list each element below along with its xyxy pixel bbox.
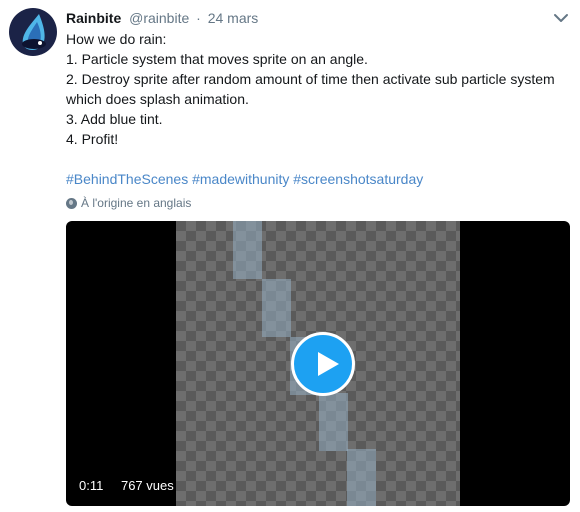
translation-note[interactable]: À l'origine en anglais — [66, 195, 191, 211]
hashtag-screenshotsaturday[interactable]: #screenshotsaturday — [293, 171, 423, 187]
video-duration: 0:11 — [79, 478, 104, 493]
hashtag-behindthescenes[interactable]: #BehindTheScenes — [66, 171, 188, 187]
rain-sprite — [347, 449, 376, 506]
chevron-down-icon[interactable] — [552, 11, 570, 25]
hashtag-list: #BehindTheScenes #madewithunity #screens… — [66, 169, 566, 189]
globe-icon — [66, 197, 77, 209]
tweet-line: 4. Profit! — [66, 131, 119, 147]
rain-sprite — [319, 393, 348, 451]
rain-sprite — [262, 279, 291, 337]
avatar[interactable] — [9, 8, 57, 56]
author-handle[interactable]: @rainbite — [129, 10, 189, 26]
translation-label: À l'origine en anglais — [81, 196, 192, 210]
tweet-line: 2. Destroy sprite after random amount of… — [66, 71, 555, 87]
tweet-date[interactable]: 24 mars — [208, 10, 259, 26]
tweet-header: Rainbite @rainbite · 24 mars — [66, 9, 570, 29]
tweet-line: 3. Add blue tint. — [66, 111, 163, 127]
author-name[interactable]: Rainbite — [66, 10, 121, 26]
rainbite-logo-icon — [22, 14, 46, 50]
rain-sprite — [233, 221, 262, 279]
video-info: 0:11 767 vues — [79, 478, 174, 493]
separator: · — [196, 10, 201, 26]
hashtag-madewithunity[interactable]: #madewithunity — [192, 171, 289, 187]
tweet-line: 1. Particle system that moves sprite on … — [66, 51, 368, 67]
video-views: 767 vues — [120, 478, 174, 493]
tweet-line: How we do rain: — [66, 31, 167, 47]
tweet-line: which does splash animation. — [66, 91, 249, 107]
play-icon[interactable] — [291, 332, 355, 396]
video-player[interactable]: 0:11 767 vues — [66, 221, 570, 506]
tweet-text: How we do rain: 1. Particle system that … — [66, 29, 566, 189]
